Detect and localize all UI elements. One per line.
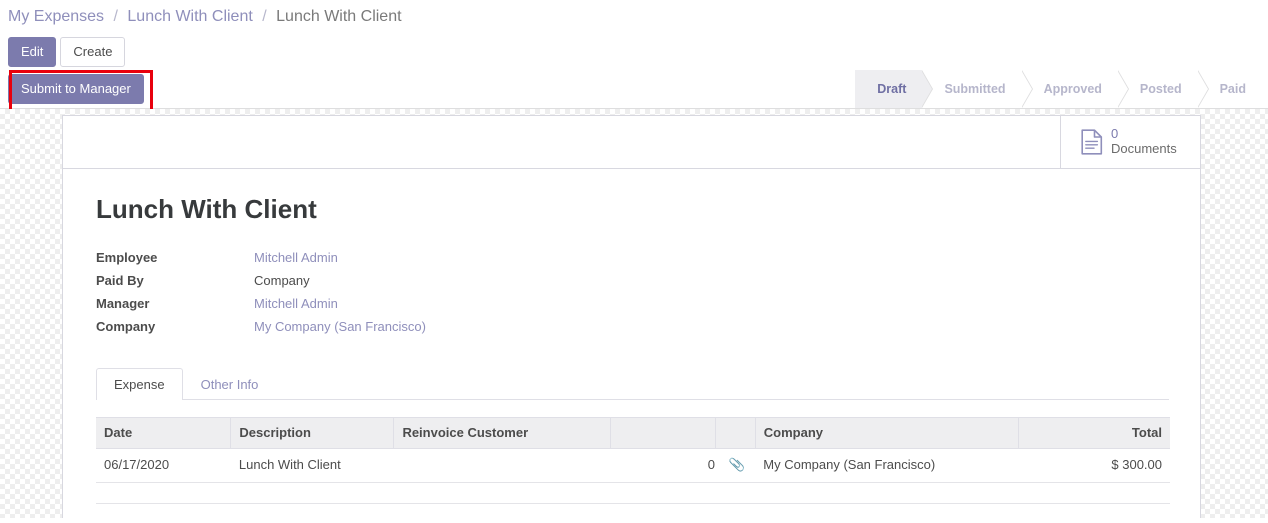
record-fields: Employee Mitchell Admin Paid By Company … (96, 250, 426, 342)
field-label-company: Company (96, 318, 156, 334)
table-header-row: Date Description Reinvoice Customer Comp… (96, 416, 1170, 449)
column-header-total[interactable]: Total (1018, 416, 1170, 449)
record-sheet: 0 Documents Lunch With Client Employee M… (62, 115, 1201, 518)
stage-arrow-fill-icon (1020, 70, 1032, 108)
company-link[interactable]: My Company (San Francisco) (254, 319, 426, 334)
cell-attachment-count: 0 (610, 448, 716, 483)
status-stage-label: Posted (1139, 82, 1182, 96)
control-panel: Edit Create Print Action 1 / 1 (0, 33, 1268, 105)
document-icon (1081, 129, 1103, 155)
breadcrumb-item-current: Lunch With Client (276, 7, 402, 25)
column-header-attachments[interactable] (714, 416, 756, 449)
status-stages: Draft Submitted Approved Posted Paid (855, 70, 1268, 108)
attachment-count: 0 (707, 457, 716, 473)
documents-stat-button[interactable]: 0 Documents (1060, 116, 1200, 168)
status-stage-draft[interactable]: Draft (855, 70, 934, 108)
field-value-manager: Mitchell Admin (254, 296, 426, 319)
manager-link[interactable]: Mitchell Admin (254, 296, 338, 311)
sheet-body: Lunch With Client Employee Mitchell Admi… (63, 169, 1200, 504)
cell-empty (230, 482, 394, 504)
status-stage-submitted[interactable]: Submitted (922, 70, 1033, 108)
field-row-employee: Employee Mitchell Admin (96, 250, 426, 273)
status-stage-label: Approved (1043, 82, 1102, 96)
employee-link[interactable]: Mitchell Admin (254, 250, 338, 265)
table-row-empty[interactable] (96, 482, 1170, 504)
breadcrumb-separator: / (113, 7, 118, 25)
breadcrumb-item-lunch-with-client[interactable]: Lunch With Client (127, 8, 252, 25)
notebook-tabs: Expense Other Info (96, 367, 1169, 400)
cell-empty (1018, 482, 1170, 504)
create-button[interactable]: Create (60, 36, 126, 67)
cell-empty (610, 482, 716, 504)
page-background: 0 Documents Lunch With Client Employee M… (0, 109, 1268, 518)
edit-button[interactable]: Edit (8, 36, 57, 67)
field-label-paid-by: Paid By (96, 272, 144, 288)
breadcrumb-item-my-expenses[interactable]: My Expenses (8, 8, 104, 25)
field-row-company: Company My Company (San Francisco) (96, 319, 426, 342)
table-row[interactable]: 06/17/2020 Lunch With Client 0 📎 My Comp… (96, 448, 1170, 483)
cell-description: Lunch With Client (230, 448, 394, 483)
field-value-employee: Mitchell Admin (254, 250, 426, 273)
column-header-company[interactable]: Company (754, 416, 1019, 449)
status-stage-approved[interactable]: Approved (1022, 70, 1129, 108)
column-header-blank[interactable] (609, 416, 716, 449)
field-label-manager: Manager (96, 295, 150, 311)
stat-button-box: 0 Documents (63, 116, 1200, 169)
cell-company: My Company (San Francisco) (755, 448, 1019, 483)
field-row-manager: Manager Mitchell Admin (96, 296, 426, 319)
status-stage-posted[interactable]: Posted (1118, 70, 1209, 108)
status-stage-label: Submitted (944, 82, 1006, 96)
status-stage-label: Draft (877, 82, 907, 96)
submit-to-manager-button[interactable]: Submit to Manager (8, 74, 144, 104)
paperclip-icon: 📎 (728, 456, 746, 473)
cell-reinvoice-customer (393, 448, 611, 483)
tab-other-info[interactable]: Other Info (183, 368, 277, 400)
stage-arrow-fill-icon (1196, 70, 1208, 108)
cell-empty (755, 482, 1019, 504)
column-header-description[interactable]: Description (230, 416, 394, 449)
documents-label: Documents (1111, 141, 1177, 156)
field-label-employee: Employee (96, 249, 158, 265)
statusbar-row: Submit to Manager Draft Submitted Approv… (0, 70, 1268, 113)
breadcrumb-separator: / (262, 7, 267, 25)
cell-empty (715, 482, 756, 504)
field-row-paid-by: Paid By Company (96, 273, 426, 296)
column-header-date[interactable]: Date (96, 416, 231, 449)
tab-expense[interactable]: Expense (96, 367, 183, 400)
cell-total: $ 300.00 (1018, 448, 1170, 483)
stage-arrow-fill-icon (921, 70, 933, 108)
status-stage-label: Paid (1219, 82, 1246, 96)
field-value-paid-by: Company (254, 272, 310, 288)
documents-count: 0 (1111, 126, 1119, 142)
cell-empty (96, 482, 231, 504)
cell-attachment-icon: 📎 (715, 448, 756, 483)
submit-to-manager-wrapper: Submit to Manager (8, 70, 153, 113)
documents-stat-text: 0 Documents (1111, 126, 1177, 157)
breadcrumb-bar: My Expenses / Lunch With Client / Lunch … (0, 0, 1268, 33)
cell-date: 06/17/2020 (96, 448, 231, 483)
stage-arrow-fill-icon (1116, 70, 1128, 108)
cell-empty (393, 482, 611, 504)
page-title: Lunch With Client (96, 194, 317, 224)
column-header-reinvoice-customer[interactable]: Reinvoice Customer (393, 416, 611, 449)
field-value-company: My Company (San Francisco) (254, 319, 426, 342)
expense-lines-table: Date Description Reinvoice Customer Comp… (96, 416, 1170, 504)
breadcrumb: My Expenses / Lunch With Client / Lunch … (8, 7, 402, 25)
